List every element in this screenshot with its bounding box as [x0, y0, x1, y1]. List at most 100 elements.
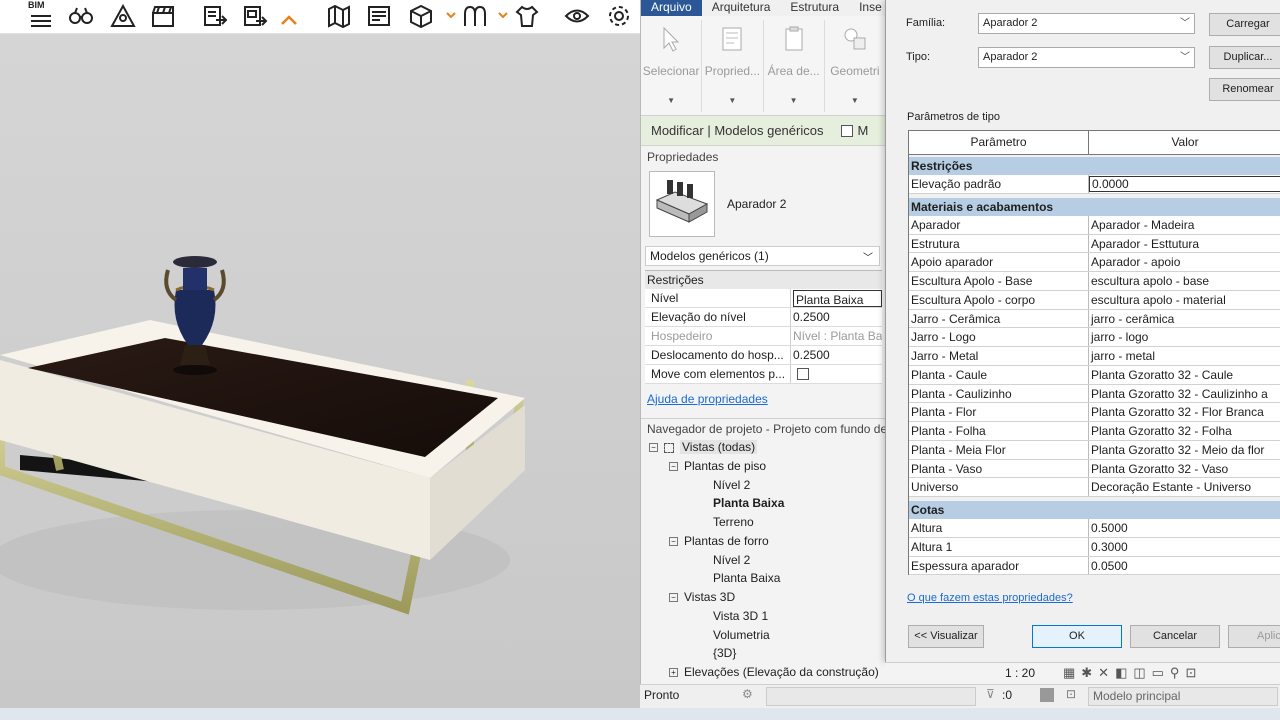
tree-node[interactable]: Nível 2 — [713, 476, 750, 495]
chevron-down-icon[interactable]: ▼ — [851, 96, 859, 105]
parameter-value[interactable]: 0.0500 — [1089, 557, 1280, 575]
parameter-value[interactable]: Planta Gzoratto 32 - Flor Branca — [1089, 403, 1280, 421]
chevron-down-icon[interactable]: ▼ — [790, 96, 798, 105]
collapse-icon[interactable]: − — [649, 443, 658, 453]
family-select[interactable]: Aparador 2 ﹀ — [978, 13, 1195, 34]
parameter-value[interactable]: Aparador - Madeira — [1089, 216, 1280, 234]
tree-node[interactable]: Volumetria — [713, 626, 770, 645]
clapper-icon[interactable] — [148, 2, 178, 30]
cube-icon[interactable] — [406, 2, 436, 30]
parameter-value[interactable]: jarro - cerâmica — [1089, 310, 1280, 328]
duplicate-button[interactable]: Duplicar... — [1209, 46, 1280, 69]
dialog-help-link[interactable]: O que fazem estas propriedades? — [907, 592, 1073, 604]
column-header-parameter[interactable]: Parâmetro — [909, 131, 1089, 154]
tree-node[interactable]: Planta Baixa — [713, 494, 784, 513]
worksets-icon[interactable]: ⚙ — [742, 687, 753, 701]
property-value[interactable]: Planta Baixa — [793, 290, 882, 307]
select-button[interactable]: Selecionar ▼ — [641, 20, 703, 112]
property-value[interactable]: 0.2500 — [791, 346, 882, 364]
move-with-checkbox[interactable] — [797, 368, 809, 380]
parameter-value[interactable]: Planta Gzoratto 32 - Caule — [1089, 366, 1280, 384]
expand-icon[interactable]: + — [669, 668, 678, 678]
tab-estrutura[interactable]: Estrutura — [780, 0, 849, 16]
gear-icon[interactable] — [604, 2, 634, 30]
parameter-value[interactable]: escultura apolo - material — [1089, 291, 1280, 309]
tree-node[interactable]: Terreno — [713, 513, 754, 532]
parameter-name: Planta - Caule — [909, 365, 1089, 384]
parameter-value[interactable]: jarro - metal — [1089, 347, 1280, 365]
filter-icon[interactable]: ⊽ — [986, 687, 995, 701]
model-icon[interactable]: ⊡ — [1066, 687, 1076, 701]
parameter-value[interactable]: Decoração Estante - Universo — [1089, 478, 1280, 496]
design-options-icon[interactable] — [1040, 688, 1054, 702]
tab-arquitetura[interactable]: Arquitetura — [702, 0, 781, 16]
tab-arquivo[interactable]: Arquivo — [641, 0, 702, 16]
parameter-value[interactable]: escultura apolo - base — [1089, 272, 1280, 290]
group-header-cotas[interactable]: Cotas — [909, 501, 1280, 519]
tree-node[interactable]: − Vistas (todas) — [649, 438, 758, 457]
group-header-restricoes[interactable]: Restrições — [909, 157, 1280, 175]
tree-node[interactable]: − Plantas de forro — [669, 532, 769, 551]
parameter-value[interactable]: 0.5000 — [1089, 519, 1280, 537]
tree-node[interactable]: Vista 3D 1 — [713, 607, 768, 626]
ok-button[interactable]: OK — [1032, 625, 1122, 648]
parameter-value[interactable]: Planta Gzoratto 32 - Meio da flor — [1089, 441, 1280, 459]
table-row: Planta - Flor Planta Gzoratto 32 - Flor B… — [909, 403, 1280, 422]
model-select[interactable]: Modelo principal — [1088, 687, 1278, 706]
export-icon[interactable] — [200, 2, 230, 30]
workset-select[interactable] — [766, 687, 976, 706]
parameter-value[interactable]: jarro - logo — [1089, 328, 1280, 346]
column-header-value[interactable]: Valor — [1089, 131, 1280, 154]
menu-icon[interactable] — [26, 2, 56, 30]
collapse-icon[interactable]: − — [669, 462, 678, 472]
triangle-eye-icon[interactable] — [108, 2, 138, 30]
map-icon[interactable] — [324, 2, 354, 30]
3d-viewport[interactable]: BIM — [0, 0, 640, 712]
property-row: Elevação do nível 0.2500 — [645, 308, 882, 327]
parameter-value[interactable]: Aparador - Esttutura — [1089, 235, 1280, 253]
properties-button[interactable]: Propried... ▼ — [702, 20, 764, 112]
parameter-value[interactable]: Aparador - apoio — [1089, 253, 1280, 271]
clipboard-label: Área de... — [767, 64, 820, 78]
binoculars-icon[interactable] — [66, 2, 96, 30]
tree-node[interactable]: − Vistas 3D — [669, 588, 735, 607]
preview-button[interactable]: << Visualizar — [908, 625, 984, 648]
instance-selector[interactable]: Modelos genéricos (1) ﹀ — [645, 246, 880, 266]
parameter-value[interactable]: Planta Gzoratto 32 - Caulizinho a — [1089, 385, 1280, 403]
chevron-down-icon[interactable]: ▼ — [728, 96, 736, 105]
rename-button[interactable]: Renomear — [1209, 78, 1280, 101]
eye-icon[interactable] — [562, 2, 592, 30]
property-value[interactable]: 0.2500 — [791, 308, 882, 326]
tree-node[interactable]: {3D} — [713, 644, 736, 663]
view-controls-icons[interactable]: ▦✱✕◧◫▭⚲⊡ — [1063, 665, 1202, 681]
cancel-button[interactable]: Cancelar — [1130, 625, 1220, 648]
tree-node-label: Planta Baixa — [713, 571, 781, 585]
scale-label[interactable]: 1 : 20 — [1005, 666, 1035, 680]
context-checkbox[interactable] — [841, 124, 854, 137]
tree-node[interactable]: − Plantas de piso — [669, 457, 766, 476]
image-icon[interactable] — [364, 2, 394, 30]
arch-icon[interactable] — [460, 2, 490, 30]
view-control-bar: 1 : 20 ▦✱✕◧◫▭⚲⊡ — [885, 662, 1280, 684]
properties-help-link[interactable]: Ajuda de propriedades — [647, 392, 886, 410]
tree-node[interactable]: Planta Baixa — [713, 569, 780, 588]
parameter-value[interactable]: Planta Gzoratto 32 - Vaso — [1089, 460, 1280, 478]
parameter-value-input[interactable]: 0.0000 — [1089, 176, 1280, 192]
project-browser-title: Navegador de projeto - Projeto com fundo… — [641, 418, 886, 438]
shirt-icon[interactable] — [512, 2, 542, 30]
tree-node[interactable]: + Elevações (Elevação da construção) — [669, 663, 879, 682]
clipboard-button[interactable]: Área de... ▼ — [764, 20, 825, 112]
load-button[interactable]: Carregar — [1209, 13, 1280, 36]
group-header-materiais[interactable]: Materiais e acabamentos — [909, 197, 1280, 216]
parameter-value[interactable]: 0.3000 — [1089, 538, 1280, 556]
collapse-icon[interactable]: − — [669, 593, 678, 603]
collapse-icon[interactable] — [274, 2, 304, 30]
chevron-down-icon[interactable]: ▼ — [667, 96, 675, 105]
collapse-icon[interactable]: − — [669, 537, 678, 547]
parameter-value[interactable]: Planta Gzoratto 32 - Folha — [1089, 422, 1280, 440]
type-select[interactable]: Aparador 2 ﹀ — [978, 47, 1195, 68]
geometry-button[interactable]: Geometri ▼ — [825, 20, 886, 112]
export-list-icon[interactable] — [240, 2, 270, 30]
tree-node-label: Terreno — [713, 515, 754, 529]
tree-node[interactable]: Nível 2 — [713, 551, 750, 570]
